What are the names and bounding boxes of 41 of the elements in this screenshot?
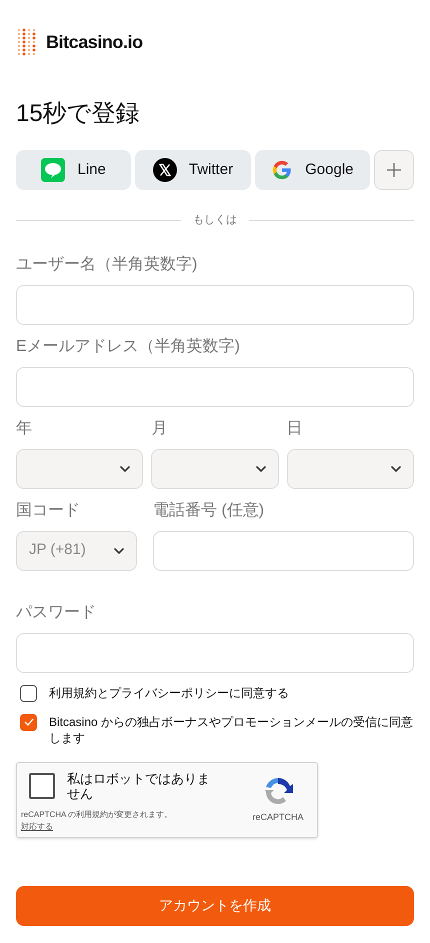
checkmark-icon xyxy=(24,718,34,726)
social-login-button[interactable]: Line xyxy=(16,150,132,190)
recaptcha-notice: reCAPTCHA の利用規約が変更されます。 xyxy=(21,808,174,820)
recaptcha-checkbox[interactable] xyxy=(29,772,55,798)
checkbox-label: 利用規約とプライバシーポリシーに同意する xyxy=(49,684,289,700)
field-label: 月 xyxy=(151,418,168,438)
g-logo-icon xyxy=(271,159,294,181)
checkbox[interactable] xyxy=(20,714,37,730)
social-login-button[interactable]: Google xyxy=(254,150,370,190)
logo-icon xyxy=(16,28,38,56)
field-label: パスワード xyxy=(16,602,97,622)
brand-name: Bitcasino.io xyxy=(46,30,143,54)
username-field[interactable] xyxy=(16,284,414,324)
divider-text: もしくは xyxy=(193,213,237,228)
chevron-down-icon xyxy=(390,466,401,472)
recaptcha-brand: reCAPTCHA xyxy=(252,810,304,824)
plus-icon xyxy=(386,163,401,177)
social-login-button[interactable]: Twitter xyxy=(135,150,251,190)
chevron-down-icon xyxy=(120,466,130,472)
date-select[interactable] xyxy=(151,448,279,488)
field-label: 日 xyxy=(286,418,304,438)
checkbox-label: Bitcasino からの独占ボーナスやプロモーションメールの受信に同意します xyxy=(49,714,414,746)
field-label: 国コード xyxy=(16,500,81,520)
recaptcha-link[interactable]: 対応する xyxy=(21,820,53,832)
phone-field[interactable] xyxy=(153,530,414,570)
more-button[interactable] xyxy=(374,150,414,190)
field-label: 年 xyxy=(16,418,33,438)
page-title: 15秒で登録 xyxy=(16,99,141,129)
email-field[interactable] xyxy=(16,366,414,406)
field-label: Eメールアドレス（半角英数字) xyxy=(16,336,241,356)
chevron-down-icon xyxy=(256,466,266,472)
field-label: ユーザー名（半角英数字) xyxy=(16,254,198,274)
chevron-down-icon xyxy=(114,548,124,554)
checkbox[interactable] xyxy=(20,684,37,702)
x-logo-icon xyxy=(152,158,177,182)
field-label: 電話番号 (任意) xyxy=(153,500,266,520)
chat-bubble-icon xyxy=(41,158,66,182)
password-field[interactable] xyxy=(16,632,414,672)
recaptcha-label: 私はロボットではありません xyxy=(67,770,211,800)
date-select[interactable] xyxy=(16,448,144,488)
date-select[interactable] xyxy=(286,448,414,488)
